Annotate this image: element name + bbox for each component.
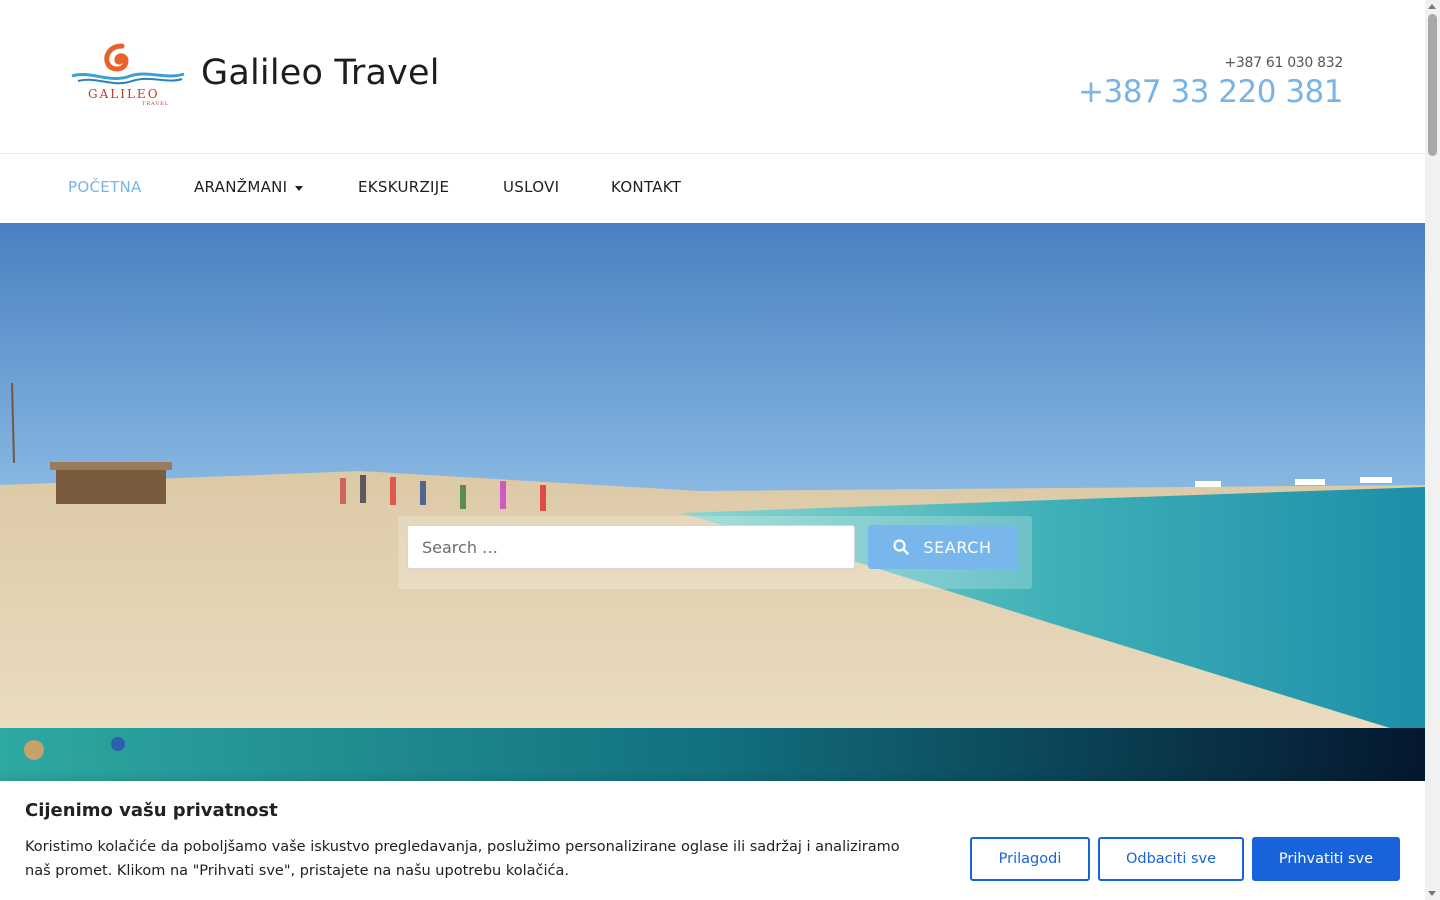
site-title[interactable]: Galileo Travel [201,53,440,93]
nav-item-label: EKSKURZIJE [358,178,450,196]
site-header: GALILEO TRAVEL Galileo Travel +387 61 03… [0,0,1425,154]
main-nav: POČETNA ARANŽMANI EKSKURZIJE USLOVI KONT… [0,154,1425,222]
nav-item-aranzmani[interactable]: ARANŽMANI [194,178,304,196]
search-input[interactable] [407,525,855,569]
beach-photo [0,223,1425,728]
caret-down-icon [295,185,304,191]
cookie-reject-button[interactable]: Odbaciti sve [1098,837,1244,881]
cookie-accept-label: Prihvatiti sve [1278,851,1374,867]
scroll-down-icon[interactable] [1428,891,1436,896]
search-icon [893,539,910,555]
nav-item-uslovi[interactable]: USLOVI [503,178,559,196]
logo-subtext: TRAVEL [142,101,169,107]
cookie-banner: Cijenimo vašu privatnost Koristimo kolač… [0,781,1425,900]
nav-item-label: ARANŽMANI [194,178,288,196]
cookie-reject-label: Odbaciti sve [1125,851,1217,867]
scroll-up-icon[interactable] [1428,4,1436,9]
cookie-text: Koristimo kolačiće da poboljšamo vaše is… [25,839,900,879]
logo-text: GALILEO [88,87,160,101]
phone-secondary[interactable]: +387 61 030 832 [1224,55,1343,71]
nav-item-kontakt[interactable]: KONTAKT [611,178,681,196]
nav-item-label: POČETNA [68,178,142,196]
nav-item-pocetna[interactable]: POČETNA [68,178,142,196]
cookie-customize-label: Prilagodi [998,851,1062,867]
scroll-thumb[interactable] [1428,14,1437,156]
gallery-photo [0,728,1425,788]
page-scrollbar[interactable] [1425,0,1440,900]
search-form: SEARCH [398,516,1032,589]
search-button[interactable]: SEARCH [868,525,1017,569]
hero-banner: SEARCH [0,223,1425,728]
cookie-customize-button[interactable]: Prilagodi [970,837,1090,881]
nav-item-label: KONTAKT [611,178,682,196]
cookie-title: Cijenimo vašu privatnost [25,800,278,821]
nav-item-label: USLOVI [503,178,560,196]
site-logo[interactable]: GALILEO TRAVEL [70,40,186,108]
phone-primary[interactable]: +387 33 220 381 [1078,74,1344,110]
gallery-strip [0,728,1425,788]
cookie-accept-button[interactable]: Prihvatiti sve [1252,837,1400,881]
nav-item-ekskurzije[interactable]: EKSKURZIJE [358,178,449,196]
search-button-label: SEARCH [923,537,992,557]
